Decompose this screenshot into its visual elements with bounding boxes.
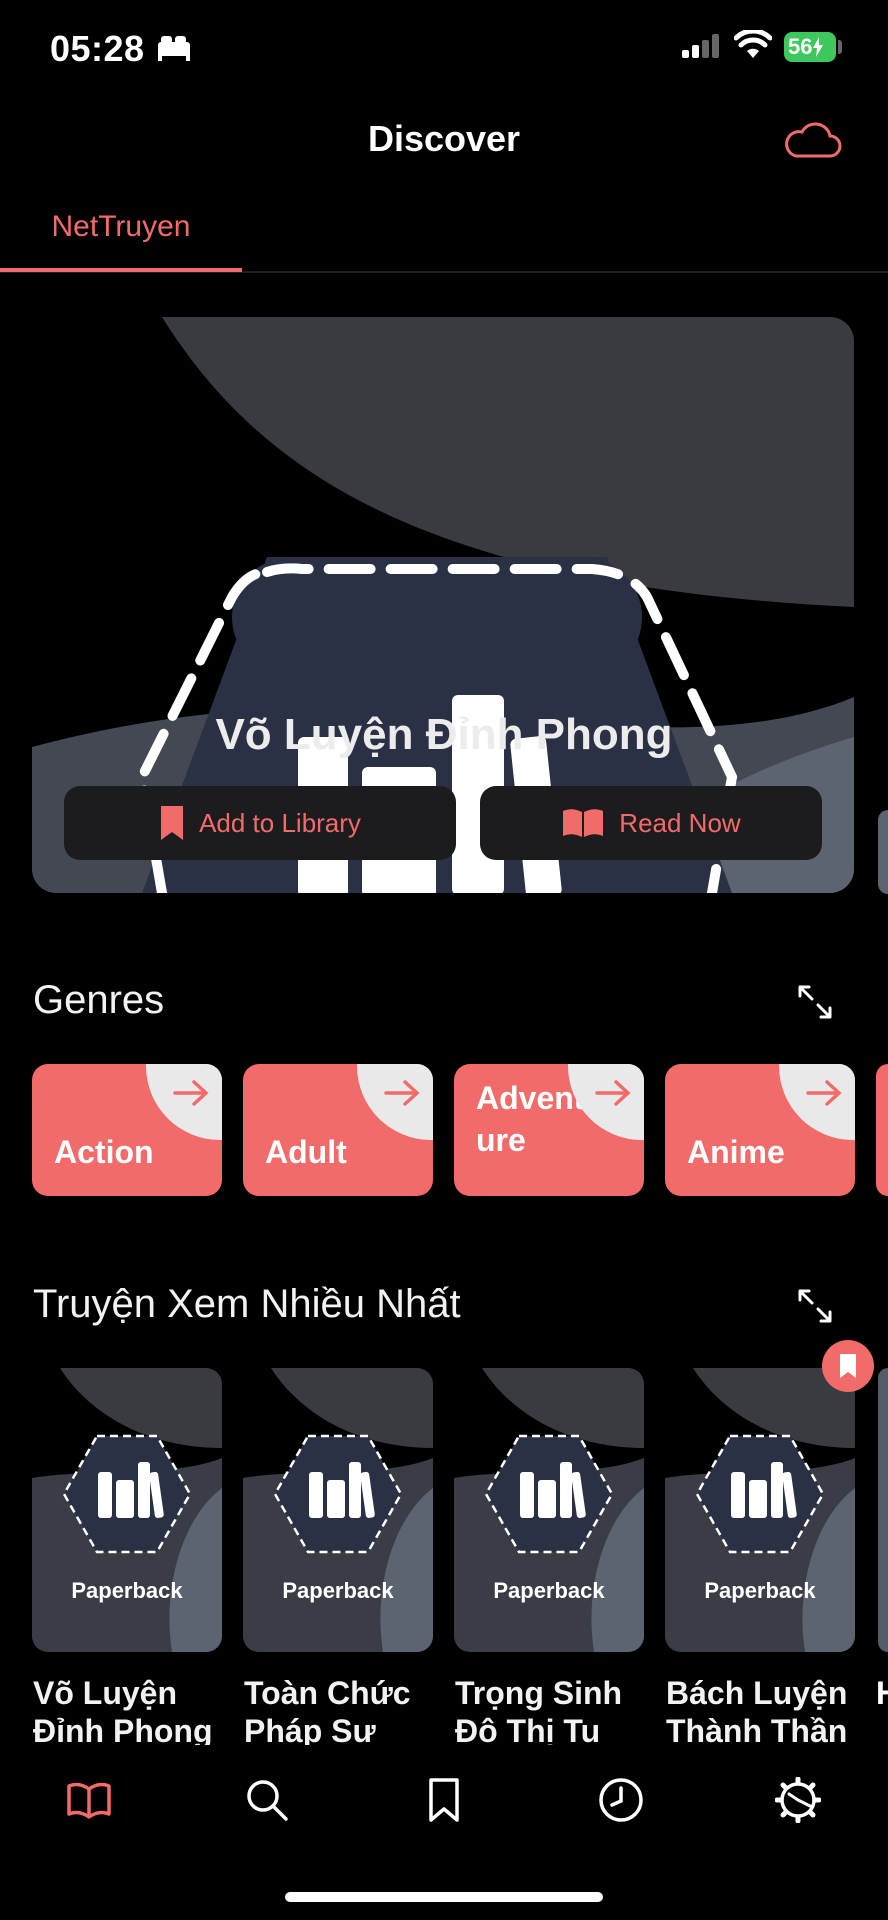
featured-title: Võ Luyện Đỉnh Phong (215, 710, 673, 759)
genre-card-action[interactable]: Action (32, 1064, 222, 1196)
placeholder-cover-art (32, 1368, 222, 1652)
genre-label: Adventure (476, 1080, 585, 1158)
genre-card-adventure[interactable]: Adventure (454, 1064, 644, 1196)
genre-label: Action (54, 1134, 154, 1171)
wifi-icon (734, 30, 772, 58)
tab-library[interactable] (61, 1772, 117, 1828)
genre-card-adult[interactable]: Adult (243, 1064, 433, 1196)
cover-label: Paperback (282, 1578, 394, 1603)
book-title[interactable]: Bách Luyện Thành Thần (666, 1674, 856, 1746)
cover-label: Paperback (493, 1578, 605, 1603)
book-icon (67, 1782, 111, 1819)
next-book-cover-peek[interactable] (878, 1368, 888, 1652)
cloud-icon[interactable] (782, 118, 842, 160)
placeholder-cover-art (454, 1368, 644, 1652)
bookmark-icon (840, 1354, 856, 1378)
status-time: 05:28 (50, 28, 145, 69)
book-cover-0[interactable]: Paperback (32, 1368, 222, 1652)
read-now-button[interactable]: Read Now (480, 786, 822, 860)
bookmark-icon (429, 1778, 459, 1822)
page-title: Discover (367, 118, 521, 159)
arrow-right-icon (806, 1080, 842, 1106)
book-cover-2[interactable]: Paperback (454, 1368, 644, 1652)
genres-section-title: Genres (33, 978, 165, 1022)
popular-section-title: Truyện Xem Nhiều Nhất (33, 1282, 461, 1326)
gear-icon (775, 1777, 821, 1823)
next-genre-card-peek[interactable] (876, 1064, 888, 1196)
genre-card-anime[interactable]: Anime (665, 1064, 855, 1196)
placeholder-cover-art (243, 1368, 433, 1652)
charging-bolt-icon (813, 37, 824, 57)
book-cover-1[interactable]: Paperback (243, 1368, 433, 1652)
cover-label: Paperback (71, 1578, 183, 1603)
bookmark-icon (161, 806, 184, 840)
cover-label: Paperback (704, 1578, 816, 1603)
tab-search[interactable] (239, 1772, 295, 1828)
in-library-badge (822, 1340, 874, 1392)
read-now-label: Read Now (619, 807, 741, 838)
expand-genres-icon[interactable] (796, 983, 834, 1021)
tab-nettruyen[interactable]: NetTruyen (0, 210, 242, 244)
battery-nub (838, 40, 842, 54)
clock-icon (599, 1778, 643, 1822)
genre-label: Adult (265, 1134, 347, 1171)
book-cover-3[interactable]: Paperback (665, 1368, 855, 1652)
bed-icon (158, 36, 190, 61)
home-indicator (285, 1892, 603, 1902)
expand-popular-icon[interactable] (796, 1287, 834, 1325)
tab-settings[interactable] (770, 1772, 826, 1828)
genre-label: Anime (687, 1134, 785, 1171)
next-featured-card-peek[interactable] (878, 810, 888, 894)
book-title[interactable]: Trọng Sinh Đô Thị Tu Tiên (455, 1674, 645, 1746)
arrow-right-icon (173, 1080, 209, 1106)
tab-history[interactable] (593, 1772, 649, 1828)
cellular-signal-icon (682, 34, 719, 58)
placeholder-cover-art (665, 1368, 855, 1652)
book-title-peek[interactable]: H (876, 1674, 888, 1746)
search-icon (247, 1780, 288, 1821)
battery-level: 56 (788, 34, 813, 59)
open-book-icon (563, 809, 604, 837)
book-title[interactable]: Võ Luyện Đỉnh Phong (33, 1674, 223, 1746)
add-to-library-label: Add to Library (199, 807, 361, 838)
arrow-right-icon (384, 1080, 420, 1106)
tab-active-indicator (0, 268, 242, 272)
battery-indicator: 56 (784, 32, 836, 62)
arrow-right-icon (595, 1080, 631, 1106)
tab-bookmarks[interactable] (416, 1772, 472, 1828)
add-to-library-button[interactable]: Add to Library (64, 786, 456, 860)
book-title[interactable]: Toàn Chức Pháp Sư (244, 1674, 434, 1746)
